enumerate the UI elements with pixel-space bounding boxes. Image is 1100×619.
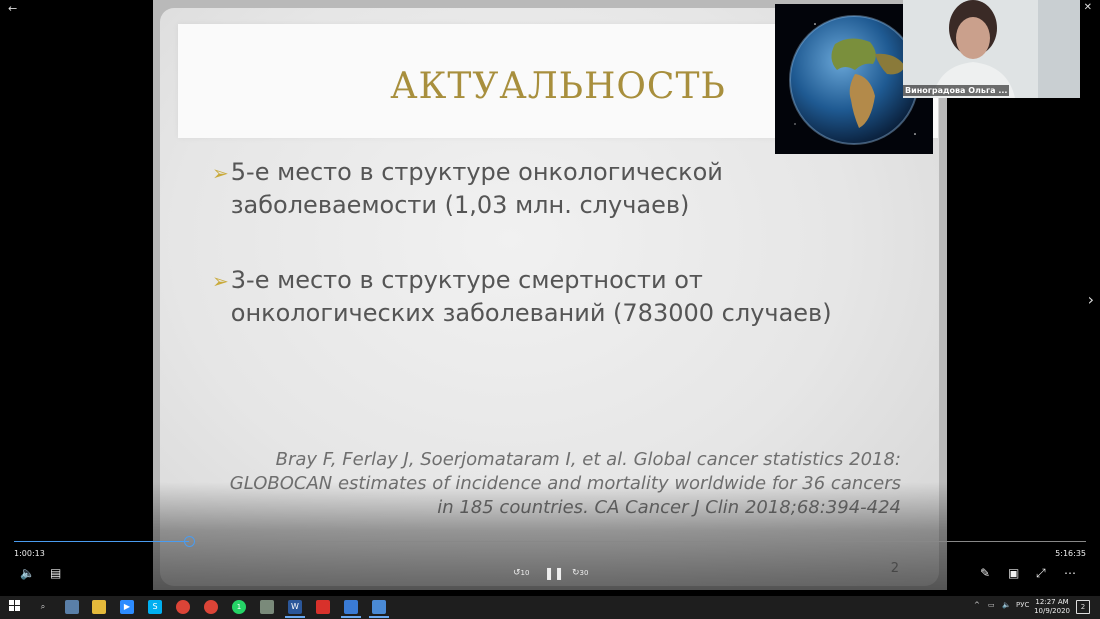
network-icon[interactable]: ▭ <box>988 601 995 609</box>
citation: Bray F, Ferlay J, Soerjomataram I, et al… <box>229 449 901 518</box>
bullet-text: 3-е место в структуре смертности от онко… <box>230 266 832 327</box>
chrome-icon[interactable] <box>204 600 218 614</box>
volume-icon[interactable]: 🔈 <box>20 566 35 580</box>
tray-chevron-icon[interactable]: ^ <box>974 601 980 609</box>
slide-page-number: 2 <box>890 561 899 576</box>
bullet-text: 5-е место в структуре онкологической заб… <box>230 158 723 219</box>
forward-button[interactable]: ↻30 <box>572 566 588 580</box>
pdf-icon[interactable] <box>316 600 330 614</box>
next-chevron-icon[interactable]: › <box>1088 290 1094 309</box>
word-icon[interactable]: W <box>285 600 305 618</box>
system-clock[interactable]: 12:27 AM 10/9/2020 <box>1034 598 1070 616</box>
speaker-tray-icon[interactable]: 🔈 <box>1002 601 1011 609</box>
bullet-item: ➢3-е место в структуре смертности от онк… <box>212 264 872 330</box>
taskbar: ⌕ ▶ S 1 W ^ ▭ 🔈 РУС 12:27 AM 10/9/2020 2 <box>0 596 1100 619</box>
close-icon[interactable]: ✕ <box>1084 2 1092 13</box>
file-explorer-icon[interactable] <box>92 600 106 614</box>
chrome-icon[interactable] <box>176 600 190 614</box>
app-icon[interactable] <box>260 600 274 614</box>
fullscreen-icon[interactable]: ⤢ <box>1036 566 1046 580</box>
current-time: 1:00:13 <box>14 549 45 558</box>
pause-button[interactable]: ❚❚ <box>544 566 564 580</box>
video-player-icon[interactable] <box>341 600 361 618</box>
more-options-icon[interactable]: ⋯ <box>1064 566 1076 580</box>
progress-thumb[interactable] <box>183 536 195 547</box>
bullet-item: ➢5-е место в структуре онкологической за… <box>212 156 772 222</box>
notification-icon[interactable]: 2 <box>1076 600 1090 614</box>
photos-icon[interactable] <box>369 600 389 618</box>
captions-icon[interactable]: ▤ <box>50 566 61 580</box>
participant-video-speaker[interactable]: Виноградова Ольга ... <box>903 0 1080 98</box>
windows-start-icon[interactable] <box>8 600 22 614</box>
arrow-bullet-icon: ➢ <box>212 269 229 293</box>
clock-date: 10/9/2020 <box>1034 607 1070 615</box>
skype-icon[interactable]: S <box>148 600 162 614</box>
rewind-seconds: 10 <box>520 569 530 577</box>
clock-time: 12:27 AM <box>1035 598 1069 606</box>
miniplayer-icon[interactable]: ▣ <box>1008 566 1019 580</box>
zoom-app-icon[interactable]: ▶ <box>120 600 134 614</box>
speaker-name-label: Виноградова Ольга ... <box>903 85 1010 96</box>
total-time: 5:16:35 <box>1055 549 1086 558</box>
search-icon[interactable]: ⌕ <box>36 600 50 614</box>
progress-fill <box>14 541 189 542</box>
language-indicator[interactable]: РУС <box>1016 601 1029 609</box>
whatsapp-icon[interactable]: 1 <box>232 600 246 614</box>
progress-bar[interactable] <box>14 536 1086 547</box>
forward-seconds: 30 <box>579 569 589 577</box>
back-arrow-icon[interactable]: ← <box>8 2 17 15</box>
arrow-bullet-icon: ➢ <box>212 161 229 185</box>
speaker-image <box>903 0 1080 98</box>
whatsapp-badge: 1 <box>236 603 242 611</box>
pen-icon[interactable]: ✎ <box>980 566 990 580</box>
paint-app-icon[interactable] <box>65 600 79 614</box>
rewind-button[interactable]: ↺10 <box>513 566 529 580</box>
notification-count: 2 <box>1080 603 1086 611</box>
